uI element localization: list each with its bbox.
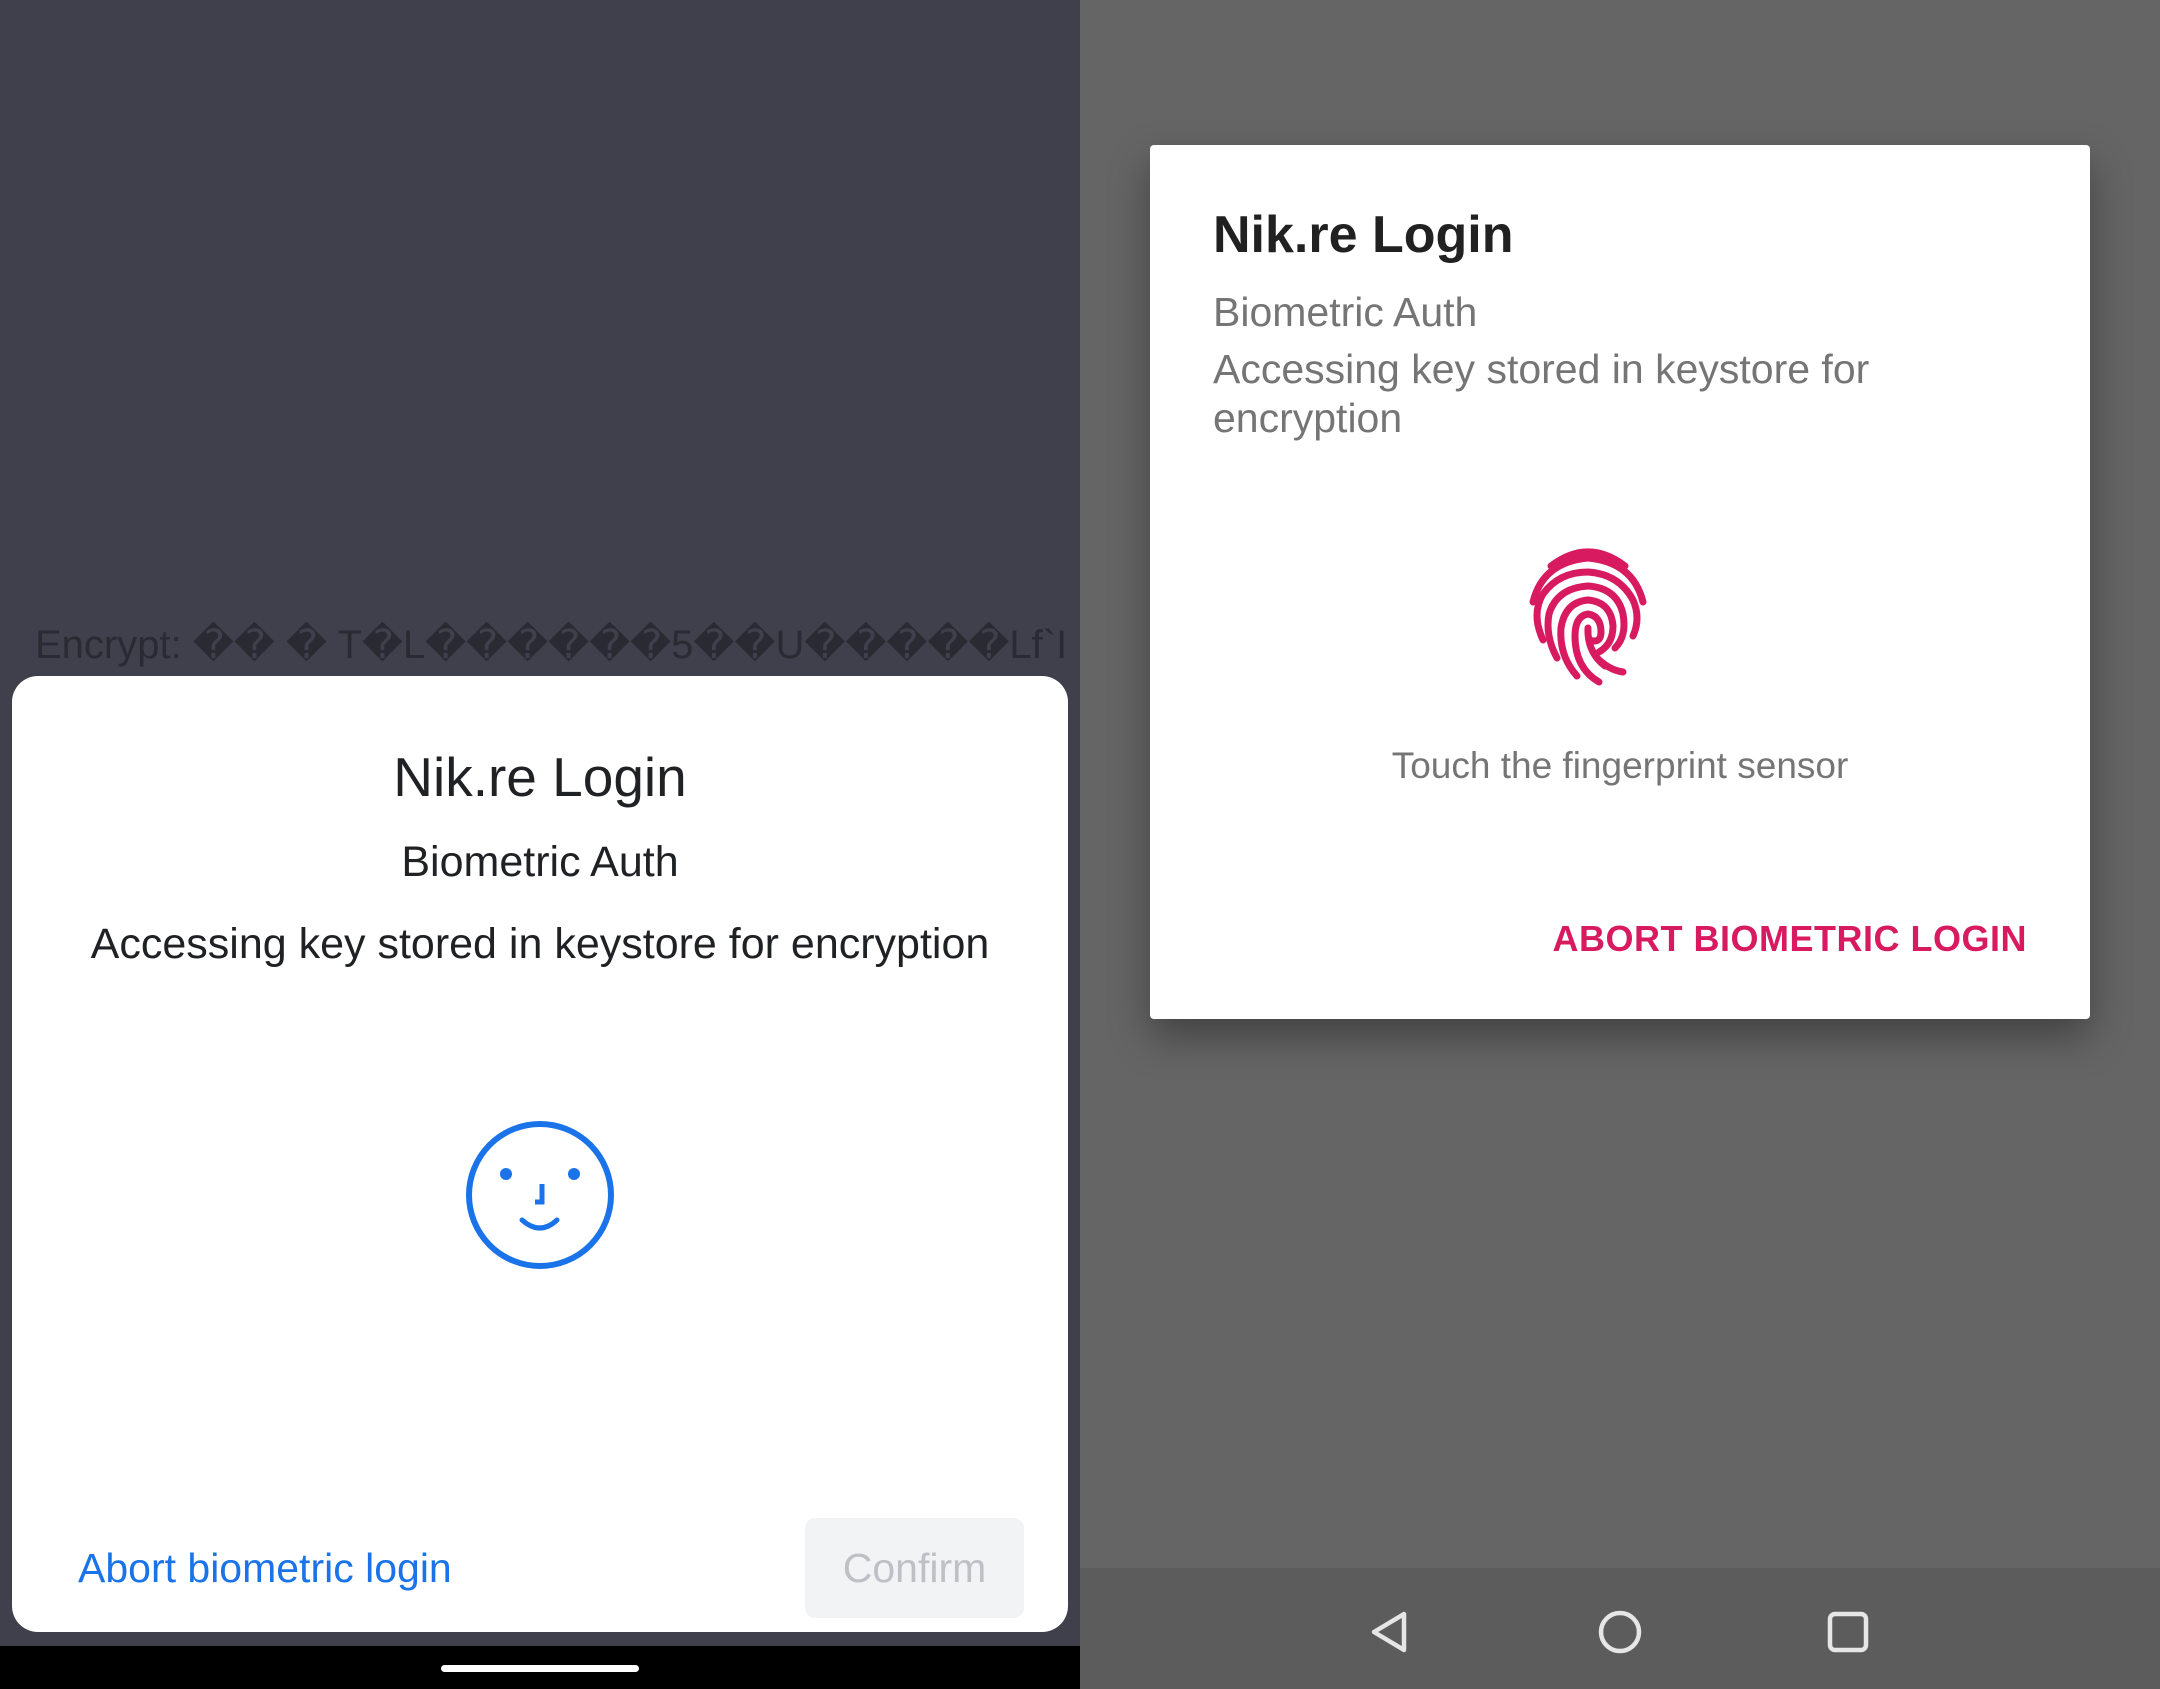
recents-icon[interactable] bbox=[1824, 1608, 1872, 1656]
fingerprint-icon bbox=[1529, 548, 1647, 686]
abort-biometric-login-button[interactable]: ABORT BIOMETRIC LOGIN bbox=[1553, 918, 2027, 960]
fingerprint-hint: Touch the fingerprint sensor bbox=[1391, 745, 1849, 786]
dialog-title: Nik.re Login bbox=[1213, 206, 1514, 264]
biometric-dialog: Nik.re Login Biometric Auth Accessing ke… bbox=[1150, 145, 2090, 1019]
dialog-subtitle: Biometric Auth bbox=[401, 838, 679, 886]
left-screen: Encrypt: �� � T�L������5��U�����Lf`I�κ I… bbox=[0, 0, 1080, 1689]
dialog-title: Nik.re Login bbox=[393, 746, 687, 808]
home-icon[interactable] bbox=[1596, 1608, 1644, 1656]
confirm-button[interactable]: Confirm bbox=[805, 1518, 1024, 1618]
home-gesture-handle[interactable] bbox=[441, 1665, 639, 1672]
back-icon[interactable] bbox=[1366, 1608, 1414, 1656]
abort-biometric-login-button[interactable]: Abort biometric login bbox=[78, 1545, 452, 1592]
dialog-description: Accessing key stored in keystore for enc… bbox=[1213, 346, 1870, 441]
right-screen: Nik.re Login Biometric Auth Accessing ke… bbox=[1080, 0, 2160, 1689]
encrypt-output-text: Encrypt: �� � T�L������5��U�����Lf`I�κ I… bbox=[35, 623, 1065, 667]
dialog-description: Accessing key stored in keystore for enc… bbox=[90, 920, 990, 968]
face-icon bbox=[466, 1121, 614, 1269]
dialog-subtitle: Biometric Auth bbox=[1213, 289, 1478, 335]
